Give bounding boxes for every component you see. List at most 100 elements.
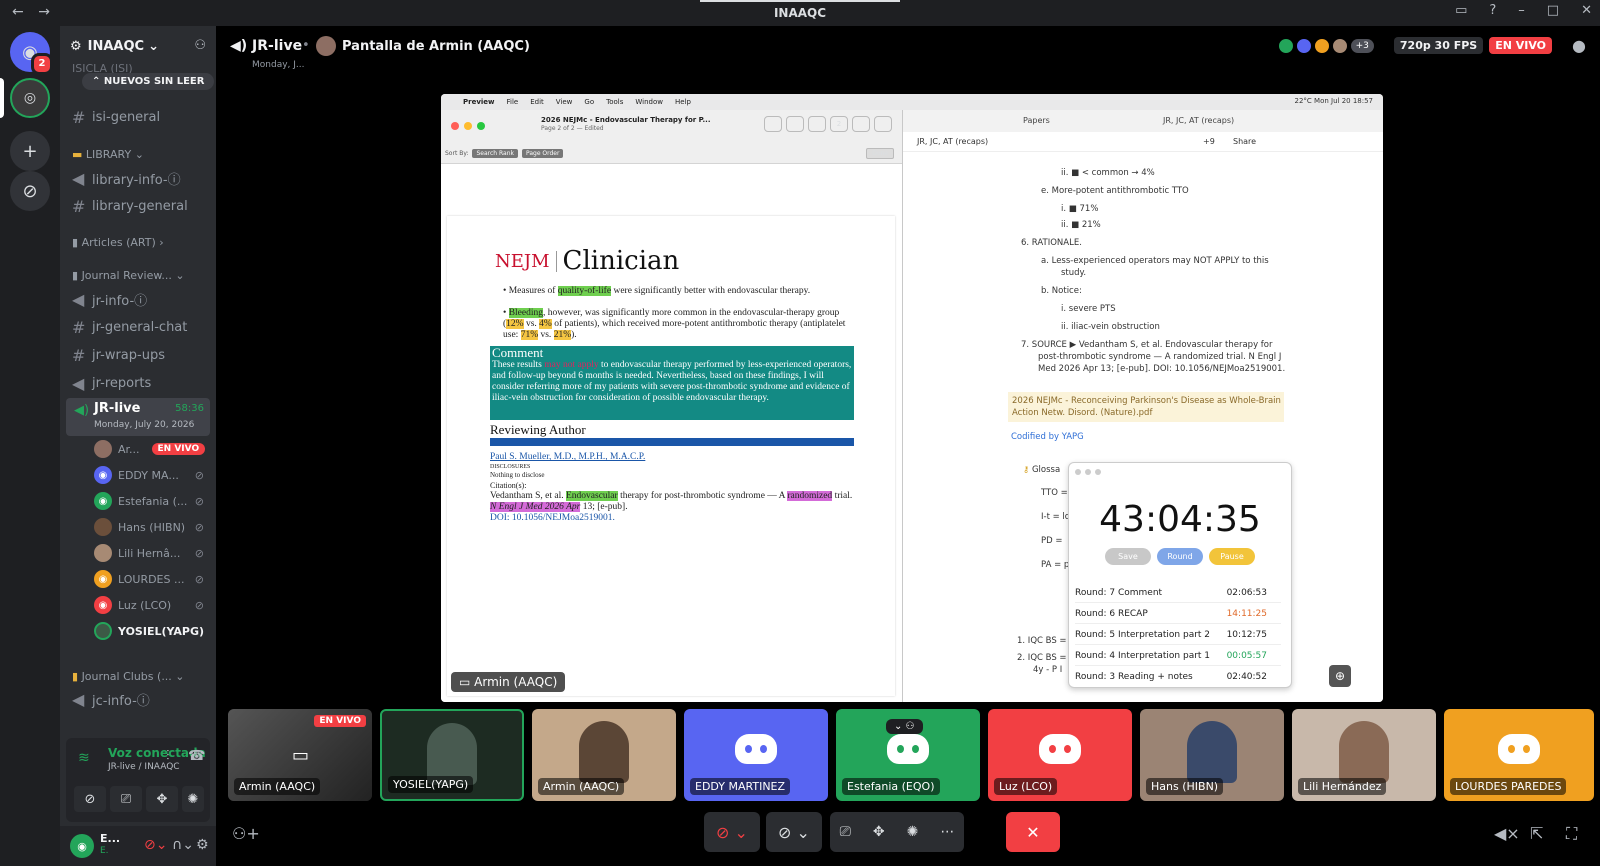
key-icon: ⚷ xyxy=(1023,465,1032,475)
participant-tile[interactable]: ▭ EN VIVO Armin (AAQC) xyxy=(228,709,372,801)
sort-order: Page Order xyxy=(521,149,564,158)
bullet-bleeding: • Bleeding, however, was significantly m… xyxy=(503,308,846,340)
soundboard-icon[interactable]: ✺ xyxy=(907,824,919,840)
channel-jr-info[interactable]: ◀ jr-info-ⓘ xyxy=(72,290,147,309)
new-unread-pill[interactable]: ⌃ NUEVOS SIN LEER xyxy=(82,73,215,90)
citation-label: Citation(s): xyxy=(490,481,527,490)
volume-muted-icon[interactable]: ◀× xyxy=(1494,824,1520,843)
inbox-icon[interactable]: ▭ xyxy=(1455,3,1467,18)
maximize-icon[interactable]: □ xyxy=(1547,3,1559,18)
user-name[interactable]: E... xyxy=(100,832,120,845)
popout-icon[interactable]: ⇱ xyxy=(1530,824,1543,843)
settings-gear-icon[interactable]: ⚙ xyxy=(196,837,209,853)
note-line: 1. IQC BS = xyxy=(1017,636,1067,646)
share-screen-button[interactable]: ⎚ xyxy=(110,786,142,812)
screen-share-stream[interactable]: Preview File Edit View Go Tools Window H… xyxy=(441,94,1383,702)
mic-muted-icon: ⊘ xyxy=(194,572,204,586)
server-icon-inaaqc[interactable]: ◎ xyxy=(10,78,50,118)
chat-bubble-icon[interactable]: ● xyxy=(1572,36,1586,55)
participant-tile[interactable]: Armin (AAQC) xyxy=(532,709,676,801)
hash-icon: # xyxy=(72,318,86,337)
stream-sharer[interactable]: Pantalla de Armin (AAQC) xyxy=(316,36,530,56)
round-time: 00:05:57 xyxy=(1226,651,1267,661)
soundboard-icon: ✺ xyxy=(187,791,199,807)
channel-isi-general[interactable]: # isi-general xyxy=(72,108,160,127)
viewer-count[interactable]: +3 xyxy=(1350,38,1374,53)
disconnect-icon[interactable]: ☎ xyxy=(188,748,205,764)
participant-name: Lili Hernández xyxy=(1298,778,1387,795)
note-line: ii. iliac-vein obstruction xyxy=(1061,322,1160,332)
menubar-status: 22°C Mon Jul 20 18:57 xyxy=(1294,97,1373,105)
close-icon[interactable]: ✕ xyxy=(1581,3,1592,18)
highlight: may not apply xyxy=(544,360,599,370)
voice-channel-jr-live[interactable]: ◀) JR-live 58:36 Monday, July 20, 2026 xyxy=(66,398,210,436)
noise-suppression-icon[interactable]: ⫶ xyxy=(166,748,170,764)
user-avatar[interactable]: ◉ xyxy=(70,834,94,858)
menu-item: View xyxy=(555,98,573,106)
disconnect-button[interactable]: ✕ xyxy=(1006,812,1060,852)
channel-label: jr-info-ⓘ xyxy=(92,294,148,309)
channel-library-general[interactable]: # library-general xyxy=(72,197,188,216)
note-line: study. xyxy=(1061,268,1087,278)
server-header[interactable]: ⚙ INAAQC ⌄ ⚇ xyxy=(60,26,216,66)
title-highlight xyxy=(700,0,900,2)
activities-icon[interactable]: ✥ xyxy=(873,824,885,840)
voice-user[interactable]: Ar... EN VIVO xyxy=(94,440,210,458)
participant-tile[interactable]: Luz (LCO) xyxy=(988,709,1132,801)
camera-off-button[interactable]: ⊘ xyxy=(74,786,106,812)
voice-user[interactable]: ◉ Luz (LCO) ⊘ xyxy=(94,596,210,614)
menu-item: Window xyxy=(635,98,663,106)
voice-channel-status: Monday, July 20, 2026 xyxy=(94,420,195,430)
voice-channel-name: JR-live xyxy=(94,401,141,416)
voice-user[interactable]: Lili Hernâ... ⊘ xyxy=(94,544,210,562)
home-button[interactable]: ◉ 2 xyxy=(10,32,53,75)
participant-tile[interactable]: YOSIEL(YAPG) xyxy=(380,709,524,801)
participant-tile[interactable]: Lili Hernández xyxy=(1292,709,1436,801)
voice-user[interactable]: ◉ Estefania (... ⊘ xyxy=(94,492,210,510)
category-library[interactable]: ▬ LIBRARY ⌄ xyxy=(72,148,144,161)
screen-share-icon[interactable]: ⎚ xyxy=(840,824,851,840)
fullscreen-icon[interactable]: ⛶ xyxy=(1566,824,1577,844)
headphones-icon[interactable]: ∩⌄ xyxy=(172,837,194,853)
discover-button[interactable]: ⊘ xyxy=(10,171,50,211)
channel-jr-general-chat[interactable]: # jr-general-chat xyxy=(72,318,187,337)
soundboard-button[interactable]: ✺ xyxy=(182,786,204,812)
participant-tile[interactable]: EDDY MARTINEZ xyxy=(684,709,828,801)
participant-tile[interactable]: ⌄ ⚇ Estefania (EQO) xyxy=(836,709,980,801)
mic-muted-icon[interactable]: ⊘⌄ xyxy=(144,837,167,853)
zoom-stream-icon[interactable]: ⊕ xyxy=(1329,665,1351,687)
add-server-button[interactable]: + xyxy=(10,131,50,171)
invite-user-icon[interactable]: ⚇+ xyxy=(232,824,260,843)
megaphone-icon: ◀ xyxy=(72,290,85,309)
voice-user[interactable]: Hans (HIBN) ⊘ xyxy=(94,518,210,536)
category-articles[interactable]: ▮ Articles (ART) › xyxy=(72,236,164,249)
citation-text: Vedantham S, et al. Endovascular therapy… xyxy=(490,491,854,513)
camera-toggle-button[interactable]: ⊘ ⌄ xyxy=(766,812,822,852)
channel-jr-wrap-ups[interactable]: # jr-wrap-ups xyxy=(72,346,165,365)
activities-button[interactable]: ✥ xyxy=(146,786,178,812)
participant-tile[interactable]: LOURDES PAREDES xyxy=(1444,709,1594,801)
channel-jc-info[interactable]: ◀ jc-info-ⓘ xyxy=(72,690,150,709)
voice-user[interactable]: ◉ LOURDES ... ⊘ xyxy=(94,570,210,588)
channel-jr-reports[interactable]: ◀ jr-reports xyxy=(72,374,151,393)
participant-tile[interactable]: Hans (HIBN) xyxy=(1140,709,1284,801)
channel-status-text[interactable]: Monday, J... xyxy=(252,60,305,70)
comment-section: Comment These results may not apply to e… xyxy=(490,346,854,420)
minimize-icon[interactable]: – xyxy=(1518,3,1525,18)
discord-avatar-icon: ◉ xyxy=(94,596,112,614)
megaphone-icon: ◀ xyxy=(72,374,85,393)
voice-user[interactable]: YOSIEL(YAPG) xyxy=(94,622,210,640)
more-options-icon[interactable]: ⋯ xyxy=(940,824,954,840)
channel-library-info[interactable]: ◀ library-info-ⓘ xyxy=(72,169,181,188)
participant-avatar xyxy=(1187,721,1237,783)
round-time: 10:12:75 xyxy=(1226,630,1267,640)
category-journal-clubs[interactable]: ▮ Journal Clubs (... ⌄ xyxy=(72,670,185,683)
invite-people-icon[interactable]: ⚇ xyxy=(194,38,206,53)
zoom-out-icon xyxy=(764,116,782,132)
tile-expand-icon[interactable]: ⌄ ⚇ xyxy=(886,719,923,734)
voice-user[interactable]: ◉ EDDY MA... ⊘ xyxy=(94,466,210,484)
mic-toggle-button[interactable]: ⊘ ⌄ xyxy=(704,812,760,852)
discord-avatar-icon: ◉ xyxy=(94,492,112,510)
category-journal-review[interactable]: ▮ Journal Review... ⌄ xyxy=(72,269,185,282)
help-icon[interactable]: ? xyxy=(1489,3,1496,18)
